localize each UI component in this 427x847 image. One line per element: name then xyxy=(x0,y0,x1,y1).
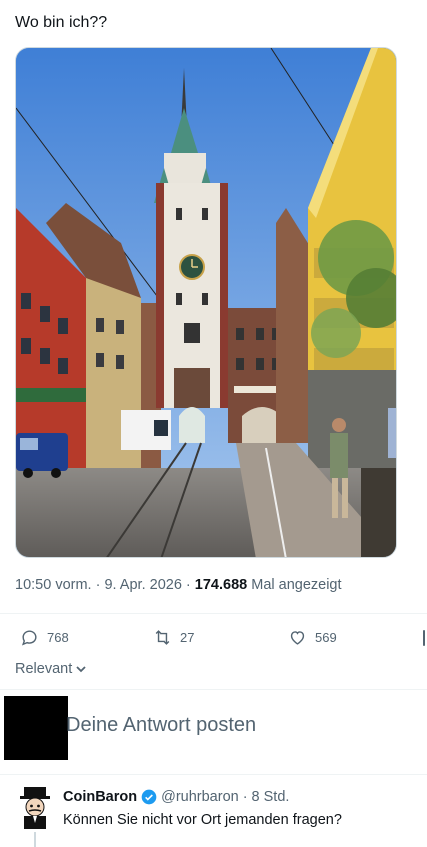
repost-button[interactable]: 27 xyxy=(153,628,194,647)
comment-age[interactable]: 8 Std. xyxy=(252,789,290,805)
reply-button[interactable]: 768 xyxy=(20,628,69,647)
divider xyxy=(0,613,427,614)
comment-header: CoinBaron @ruhrbaron · 8 Std. xyxy=(63,789,289,805)
views-count: 174.688 xyxy=(194,577,248,593)
divider xyxy=(0,774,427,775)
action-bar: 768 27 569 xyxy=(0,628,427,650)
meta-separator: · xyxy=(185,577,191,593)
comment-separator: · xyxy=(242,789,248,805)
repost-icon xyxy=(155,630,170,645)
sort-dropdown[interactable]: Relevant xyxy=(15,661,87,677)
sort-label: Relevant xyxy=(15,661,73,677)
chevron-down-icon xyxy=(76,666,86,673)
post-text: Wo bin ich?? xyxy=(15,14,108,31)
like-button[interactable]: 569 xyxy=(288,628,337,647)
comment-text: Können Sie nicht vor Ort jemanden fragen… xyxy=(63,812,342,828)
divider xyxy=(0,689,427,690)
avatar[interactable] xyxy=(4,696,68,760)
commenter-avatar[interactable] xyxy=(16,785,54,829)
reply-count: 768 xyxy=(47,630,69,645)
post-date[interactable]: 9. Apr. 2026 xyxy=(104,577,181,593)
comment-author-handle[interactable]: @ruhrbaron xyxy=(161,789,239,805)
views-label: Mal angezeigt xyxy=(251,577,342,593)
heart-icon xyxy=(290,631,305,645)
post-meta: 10:50 vorm. · 9. Apr. 2026 · 174.688 Mal… xyxy=(15,577,342,593)
post-time[interactable]: 10:50 vorm. xyxy=(15,577,92,593)
verified-badge-icon xyxy=(141,789,157,805)
thread-line xyxy=(34,832,36,847)
bookmark-icon[interactable] xyxy=(423,630,425,646)
street-photo-illustration xyxy=(16,48,396,557)
like-count: 569 xyxy=(315,630,337,645)
reply-icon xyxy=(21,630,37,646)
repost-count: 27 xyxy=(180,630,195,645)
reply-input[interactable]: Deine Antwort posten xyxy=(66,714,256,737)
comment-author-name[interactable]: CoinBaron xyxy=(63,789,137,805)
post-photo[interactable] xyxy=(15,47,397,558)
meta-separator: · xyxy=(95,577,101,593)
